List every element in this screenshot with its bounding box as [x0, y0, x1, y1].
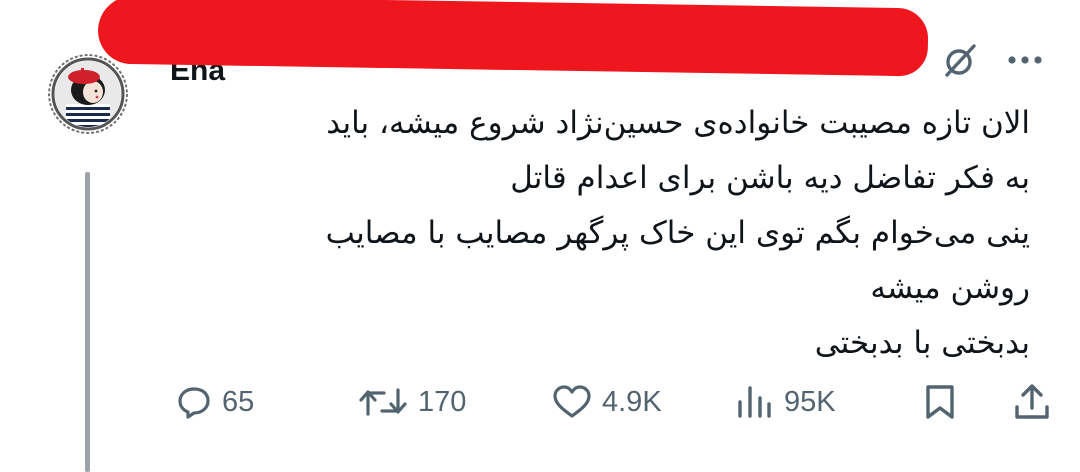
avatar-image — [48, 54, 128, 134]
tweet-line: بدبختی با بدبختی — [814, 325, 1030, 361]
like-count: 4.9K — [602, 385, 662, 418]
like-icon — [553, 385, 591, 418]
action-bar: 65 170 4.9K 95K — [0, 372, 1080, 432]
share-button[interactable] — [1012, 380, 1052, 424]
tweet-line: ینی می‌خوام بگم توی این خاک پرگهر مصایب … — [325, 215, 1030, 251]
redaction-overlay — [97, 0, 929, 77]
avatar[interactable] — [48, 54, 128, 134]
retweet-button[interactable]: 170 — [358, 380, 466, 424]
reply-count: 65 — [222, 385, 255, 418]
tweet-line: الان تازه مصیبت خانواده‌ی حسین‌نژاد شروع… — [326, 105, 1030, 141]
reply-icon — [178, 387, 210, 419]
bookmark-icon — [926, 385, 954, 419]
bookmark-button[interactable] — [922, 380, 958, 424]
retweet-icon — [359, 388, 407, 416]
tweet-text: الان تازه مصیبت خانواده‌ی حسین‌نژاد شروع… — [160, 96, 1030, 371]
tweet-line: روشن میشه — [870, 270, 1030, 306]
views-icon — [738, 386, 771, 418]
more-horizontal-icon[interactable] — [1004, 44, 1046, 74]
tweet-line: به فکر تفاضل دیه باشن برای اعدام قاتل — [510, 160, 1030, 196]
reply-button[interactable]: 65 — [176, 380, 254, 424]
share-icon — [1015, 384, 1049, 419]
retweet-count: 170 — [418, 385, 467, 418]
slashed-circle-icon[interactable] — [940, 40, 980, 80]
views-count: 95K — [784, 385, 836, 418]
like-button[interactable]: 4.9K — [552, 380, 662, 424]
views-button[interactable]: 95K — [736, 380, 836, 424]
